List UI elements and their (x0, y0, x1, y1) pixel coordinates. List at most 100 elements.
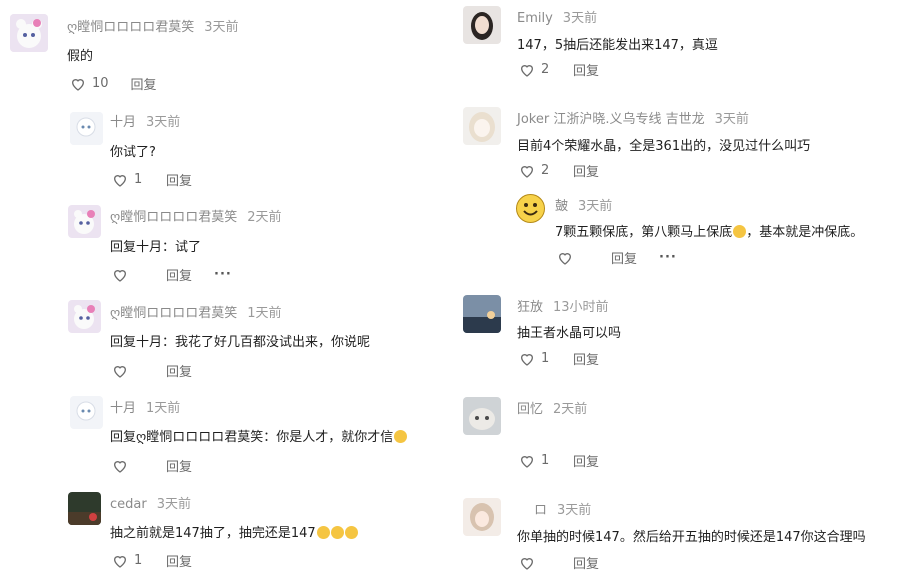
reply-actions: 1 回复 (112, 551, 192, 570)
reply-text: 回复十月：试了 (110, 240, 202, 255)
reply-text: 7颗五颗保底，第八颗马上保底 ，基本就是冲保底。 (555, 221, 863, 240)
more-options-icon[interactable]: ··· (659, 250, 677, 265)
like-count: 1 (134, 553, 143, 568)
heart-icon[interactable] (519, 351, 535, 367)
avatar-blonde-character[interactable] (463, 107, 501, 145)
avatar-cat-photo[interactable] (463, 397, 501, 435)
reply-button[interactable]: 回复 (166, 361, 192, 380)
cat-emoji-icon (330, 526, 344, 539)
reply-header: cedar 3天前 (110, 493, 191, 512)
reply-button[interactable]: 回复 (131, 74, 157, 93)
like-count: 1 (541, 351, 550, 366)
username[interactable]: ロ (534, 503, 547, 518)
comment-text: 假的 (67, 49, 94, 64)
reply-actions: 回复 ··· (112, 265, 232, 284)
reply-button[interactable]: 回复 (573, 553, 599, 572)
comment-text: 抽王者水晶可以吗 (517, 326, 622, 341)
reply-header: 十月 3天前 (110, 111, 180, 130)
comment-text: 147，5抽后还能发出来147，真逗 (517, 38, 718, 53)
reply-actions: 1 回复 (112, 170, 192, 189)
avatar-dark-photo[interactable] (68, 492, 101, 525)
heart-icon[interactable] (112, 363, 128, 379)
avatar-smiley[interactable] (515, 193, 546, 224)
cat-emoji-icon (733, 225, 747, 238)
comment-header: ღ瞠恫ロロロロ君莫笑 3天前 (67, 16, 239, 35)
timestamp: 2天前 (553, 402, 588, 417)
heart-icon[interactable] (519, 62, 535, 78)
heart-icon[interactable] (112, 553, 128, 569)
like-count: 2 (541, 163, 550, 178)
reply-button[interactable]: 回复 (166, 551, 192, 570)
like-count: 2 (541, 62, 550, 77)
comment-header: ロ 3天前 (534, 499, 591, 518)
avatar-white-character[interactable] (70, 396, 103, 429)
comment-header: 狂放 13小时前 (517, 296, 609, 315)
reply-text-content: 回复ღ瞠恫ロロロロ君莫笑：你是人才，就你才信 (110, 430, 394, 445)
username[interactable]: 狂放 (517, 300, 543, 315)
reply-button[interactable]: 回复 (611, 248, 637, 267)
avatar-cat[interactable] (68, 205, 101, 238)
reply-button[interactable]: 回复 (166, 456, 192, 475)
heart-icon[interactable] (112, 172, 128, 188)
like-count: 10 (92, 76, 109, 91)
reply-button[interactable]: 回复 (573, 60, 599, 79)
cat-emoji-icon (344, 526, 358, 539)
heart-icon[interactable] (519, 453, 535, 469)
reply-button[interactable]: 回复 (573, 161, 599, 180)
comment-actions: 2 回复 (519, 161, 599, 180)
timestamp: 1天前 (247, 306, 282, 321)
comment-text: 目前4个荣耀水晶，全是361出的，没见过什么叫巧 (517, 139, 811, 154)
reply-text: 你试了? (110, 145, 156, 160)
heart-icon[interactable] (557, 250, 573, 266)
username[interactable]: ღ瞠恫ロロロロ君莫笑 (110, 210, 237, 225)
username[interactable]: ღ瞠恫ロロロロ君莫笑 (67, 20, 194, 35)
heart-icon[interactable] (519, 163, 535, 179)
timestamp: 3天前 (557, 503, 592, 518)
reply-header: 皷 3天前 (555, 195, 612, 214)
more-options-icon[interactable]: ··· (214, 267, 232, 282)
avatar-white-character[interactable] (70, 112, 103, 145)
reply-text-content-tail: ，基本就是冲保底。 (746, 225, 864, 240)
timestamp: 3天前 (714, 112, 749, 127)
heart-icon[interactable] (519, 555, 535, 571)
reply-button[interactable]: 回复 (573, 451, 599, 470)
reply-actions: 回复 ··· (557, 248, 677, 267)
username[interactable]: 十月 (110, 115, 136, 130)
reply-header: ღ瞠恫ロロロロ君莫笑 1天前 (110, 302, 282, 321)
reply-button[interactable]: 回复 (166, 170, 192, 189)
comment-actions: 10 回复 (70, 74, 157, 93)
heart-icon[interactable] (70, 76, 86, 92)
reply-text-content: 7颗五颗保底，第八颗马上保底 (555, 225, 733, 240)
username[interactable]: Emily (517, 11, 553, 26)
timestamp: 2天前 (247, 210, 282, 225)
avatar-girl[interactable] (463, 498, 501, 536)
comment-header: Emily 3天前 (517, 7, 597, 26)
username[interactable]: 十月 (110, 401, 136, 416)
reply-button[interactable]: 回复 (573, 349, 599, 368)
cat-emoji-icon (394, 430, 408, 443)
heart-icon[interactable] (112, 267, 128, 283)
username[interactable]: 皷 (555, 199, 568, 214)
timestamp: 3天前 (156, 497, 191, 512)
username[interactable]: Joker 江浙沪晓.义乌专线 吉世龙 (517, 112, 705, 127)
avatar-sunset[interactable] (463, 295, 501, 333)
comment-actions: 2 回复 (519, 60, 599, 79)
avatar-cat[interactable] (68, 300, 101, 333)
heart-icon[interactable] (112, 458, 128, 474)
reply-text: 回复十月：我花了好几百都没试出来，你说呢 (110, 335, 371, 350)
reply-button[interactable]: 回复 (166, 265, 192, 284)
avatar-cat[interactable] (10, 14, 48, 52)
timestamp: 13小时前 (553, 300, 609, 315)
timestamp: 3天前 (146, 115, 181, 130)
avatar-woman[interactable] (463, 6, 501, 44)
cat-emoji-icon (316, 526, 330, 539)
username[interactable]: cedar (110, 497, 147, 512)
timestamp: 3天前 (578, 199, 613, 214)
reply-header: ღ瞠恫ロロロロ君莫笑 2天前 (110, 206, 282, 225)
comment-text: 你单抽的时候147。然后给开五抽的时候还是147你这合理吗 (517, 530, 866, 545)
reply-actions: 回复 (112, 361, 192, 380)
username[interactable]: ღ瞠恫ロロロロ君莫笑 (110, 306, 237, 321)
like-count: 1 (541, 453, 550, 468)
username[interactable]: 回忆 (517, 402, 543, 417)
comment-header: 回忆 2天前 (517, 398, 587, 417)
